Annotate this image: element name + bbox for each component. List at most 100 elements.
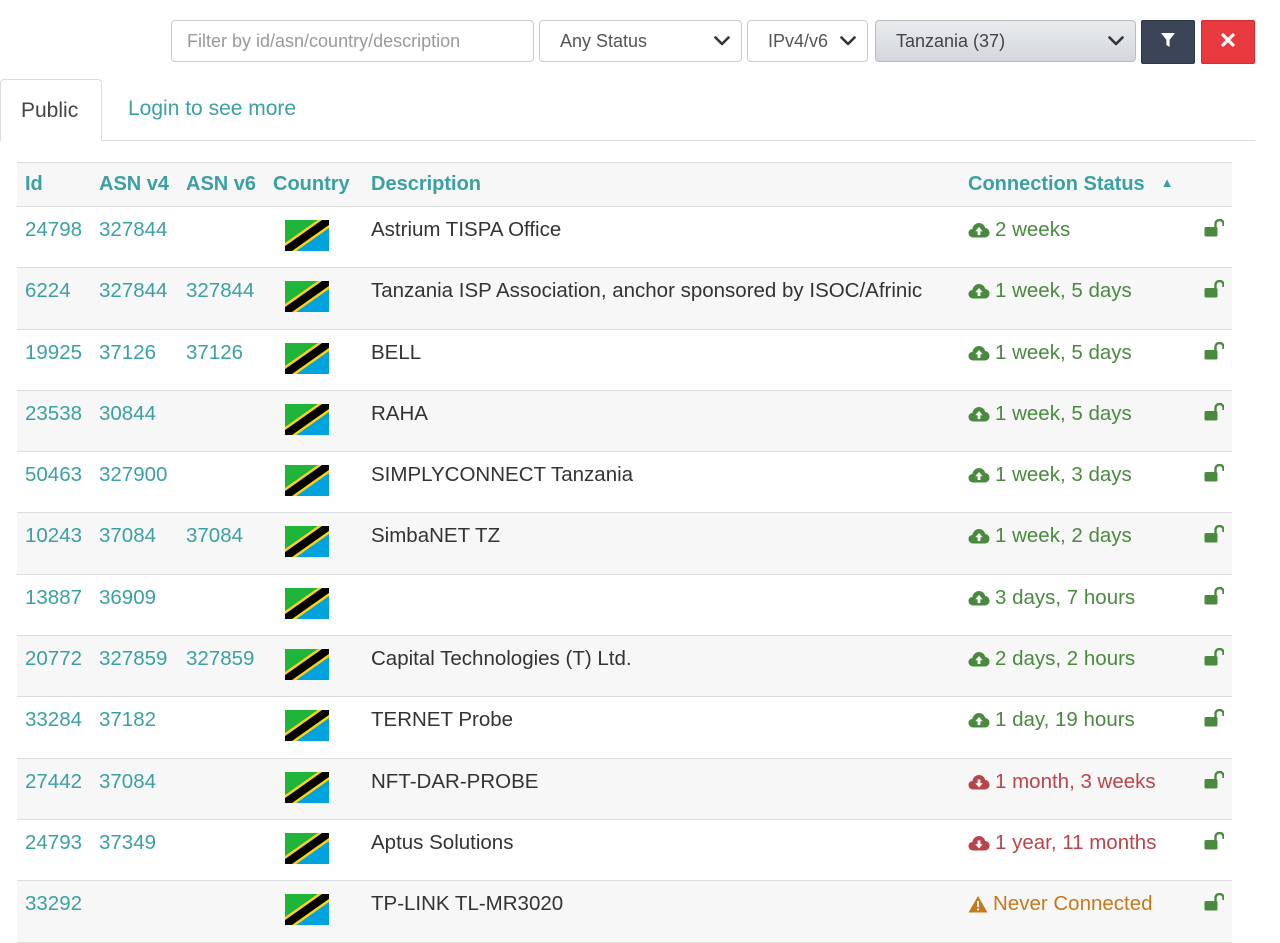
connection-status-text: 3 days, 7 hours: [995, 585, 1136, 609]
asn-v4-link[interactable]: 37182: [91, 697, 178, 758]
asn-v4-link[interactable]: 327844: [91, 268, 178, 329]
asn-v4-link[interactable]: 37084: [91, 513, 178, 574]
asn-v6-link[interactable]: 37126: [178, 329, 265, 390]
column-header-connection-status-label: Connection Status: [968, 173, 1145, 195]
connection-status-cell: 1 day, 19 hours: [960, 697, 1196, 758]
probe-id-link[interactable]: 50463: [17, 452, 91, 513]
asn-v4-link[interactable]: [91, 881, 178, 942]
probe-id-link[interactable]: 33284: [17, 697, 91, 758]
apply-filter-button[interactable]: [1141, 20, 1195, 64]
connection-status-text: 2 weeks: [995, 218, 1071, 241]
asn-v4-link[interactable]: 36909: [91, 574, 178, 635]
description-cell: Capital Technologies (T) Ltd.: [371, 647, 632, 671]
lock-cell[interactable]: [1196, 452, 1232, 513]
column-header-id[interactable]: Id: [17, 163, 91, 207]
lock-cell[interactable]: [1196, 819, 1232, 880]
table-row: 24798 327844 Astrium TISPA Office 2 weeks: [17, 207, 1232, 268]
tanzania-flag-icon: [285, 403, 329, 435]
filter-input[interactable]: [171, 20, 534, 62]
table-header-row: Id ASN v4 ASN v6 Country Description Con…: [17, 162, 1232, 207]
probe-id-link[interactable]: 20772: [17, 636, 91, 697]
column-header-country[interactable]: Country: [265, 163, 363, 207]
ip-version-select[interactable]: IPv4/v6: [747, 20, 868, 62]
tanzania-flag-icon: [285, 894, 329, 926]
probe-id-link[interactable]: 23538: [17, 390, 91, 451]
unlock-icon: [1204, 525, 1225, 543]
cloud-upload-icon: [968, 713, 990, 728]
cloud-upload-icon: [968, 468, 990, 483]
asn-v6-link[interactable]: 327844: [178, 268, 265, 329]
asn-v6-link[interactable]: [178, 758, 265, 819]
close-icon: [1221, 32, 1235, 52]
probe-id-link[interactable]: 19925: [17, 329, 91, 390]
probe-id-link[interactable]: 13887: [17, 574, 91, 635]
table-row: 33284 37182 TERNET Probe 1 day, 19 hours: [17, 697, 1232, 759]
connection-status-cell: 2 weeks: [960, 207, 1196, 268]
asn-v6-link[interactable]: [178, 697, 265, 758]
column-header-lock: [1196, 163, 1232, 207]
table-row: 13887 36909 3 days, 7 hours: [17, 574, 1232, 636]
asn-v6-link[interactable]: [178, 452, 265, 513]
probe-id-link[interactable]: 33292: [17, 881, 91, 942]
asn-v6-link[interactable]: [178, 207, 265, 268]
unlock-icon: [1204, 831, 1225, 850]
description-cell: BELL: [371, 340, 422, 364]
asn-v4-link[interactable]: 327859: [91, 636, 178, 697]
status-select[interactable]: Any Status: [539, 20, 742, 62]
cloud-upload-icon: [968, 529, 990, 544]
connection-status-text: 1 week, 5 days: [995, 340, 1132, 364]
column-header-asn-v4[interactable]: ASN v4: [91, 163, 178, 207]
asn-v6-link[interactable]: [178, 390, 265, 451]
connection-status-text: 1 week, 2 days: [995, 524, 1132, 548]
asn-v6-link[interactable]: 37084: [178, 513, 265, 574]
tab-login[interactable]: Login to see more: [108, 79, 316, 139]
description-cell: NFT-DAR-PROBE: [371, 769, 539, 793]
asn-v4-link[interactable]: 37126: [91, 329, 178, 390]
asn-v6-link[interactable]: [178, 881, 265, 942]
lock-cell[interactable]: [1196, 574, 1232, 635]
lock-cell[interactable]: [1196, 390, 1232, 451]
column-header-description[interactable]: Description: [363, 163, 960, 207]
lock-cell[interactable]: [1196, 758, 1232, 819]
lock-cell[interactable]: [1196, 207, 1232, 268]
unlock-icon: [1204, 218, 1225, 237]
probe-id-link[interactable]: 24793: [17, 819, 91, 880]
cloud-upload-icon: [968, 652, 990, 667]
tab-public[interactable]: Public: [0, 79, 102, 141]
country-cell: [265, 881, 363, 942]
lock-cell[interactable]: [1196, 268, 1232, 329]
column-header-connection-status[interactable]: Connection Status ▲: [960, 163, 1196, 207]
tanzania-flag-icon: [285, 281, 329, 313]
country-cell: [265, 452, 363, 513]
asn-v6-link[interactable]: 327859: [178, 636, 265, 697]
probe-id-link[interactable]: 24798: [17, 207, 91, 268]
lock-cell[interactable]: [1196, 881, 1232, 942]
lock-cell[interactable]: [1196, 513, 1232, 574]
description-cell: RAHA: [371, 401, 428, 425]
lock-cell[interactable]: [1196, 636, 1232, 697]
asn-v4-link[interactable]: 30844: [91, 390, 178, 451]
lock-cell[interactable]: [1196, 697, 1232, 758]
asn-v6-link[interactable]: [178, 574, 265, 635]
asn-v4-link[interactable]: 37084: [91, 758, 178, 819]
connection-status-cell: 1 year, 11 months: [960, 819, 1196, 880]
probe-id-link[interactable]: 6224: [17, 268, 91, 329]
lock-cell[interactable]: [1196, 329, 1232, 390]
country-select[interactable]: Tanzania (37): [875, 20, 1136, 62]
asn-v4-link[interactable]: 327900: [91, 452, 178, 513]
unlock-icon: [1204, 586, 1225, 605]
asn-v4-link[interactable]: 327844: [91, 207, 178, 268]
description-cell: TERNET Probe: [371, 708, 514, 732]
column-header-asn-v6[interactable]: ASN v6: [178, 163, 265, 207]
status-select-value: Any Status: [560, 30, 648, 51]
asn-v4-link[interactable]: 37349: [91, 819, 178, 880]
country-cell: [265, 819, 363, 880]
country-cell: [265, 758, 363, 819]
connection-status-text: Never Connected: [993, 892, 1153, 916]
asn-v6-link[interactable]: [178, 819, 265, 880]
connection-status-cell: 1 week, 5 days: [960, 329, 1196, 390]
cloud-upload-icon: [968, 223, 990, 238]
clear-filter-button[interactable]: [1201, 20, 1255, 64]
probe-id-link[interactable]: 10243: [17, 513, 91, 574]
probe-id-link[interactable]: 27442: [17, 758, 91, 819]
